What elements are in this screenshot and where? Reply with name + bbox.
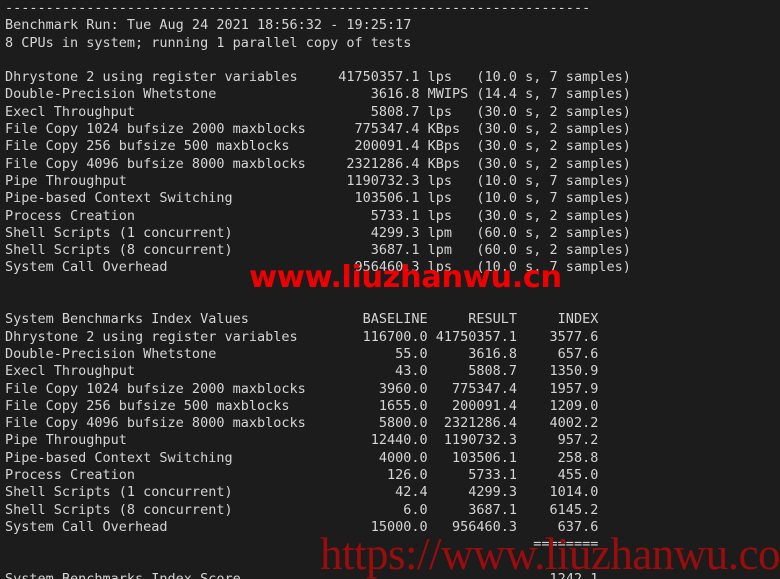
- terminal-window: ----------------------------------------…: [0, 0, 780, 579]
- terminal-output: ----------------------------------------…: [5, 0, 631, 579]
